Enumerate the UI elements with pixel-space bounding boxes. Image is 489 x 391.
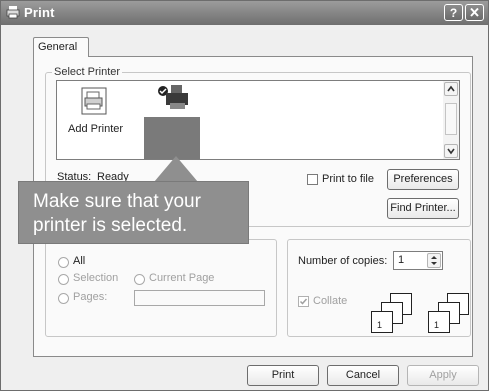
all-radio[interactable]: [58, 257, 69, 268]
help-button[interactable]: ?: [444, 4, 463, 21]
printer-item-add[interactable]: Add Printer: [65, 87, 124, 135]
chevron-up-icon: [447, 85, 455, 92]
collate-checkbox[interactable]: [298, 296, 309, 307]
printer-item-selected[interactable]: [144, 81, 202, 159]
selection-label: Selection: [73, 272, 119, 284]
current-page-label: Current Page: [149, 272, 215, 284]
print-button[interactable]: Print: [247, 365, 319, 386]
print-dialog: Print ? General Select Printer Add Print…: [0, 0, 489, 391]
pages-label: Pages:: [73, 291, 108, 303]
tab-general[interactable]: General: [33, 37, 89, 57]
scroll-up-button[interactable]: [444, 82, 458, 96]
window-title: Print: [24, 5, 55, 20]
chevron-down-icon: [447, 148, 455, 155]
select-printer-legend: Select Printer: [52, 66, 123, 78]
printer-title-icon: [6, 6, 20, 19]
selected-printer-highlight: [144, 117, 200, 159]
callout-arrow: [154, 156, 198, 182]
copies-value: 1: [398, 254, 405, 266]
scroll-thumb[interactable]: [445, 103, 457, 135]
scroll-down-button[interactable]: [444, 144, 458, 158]
preferences-button[interactable]: Preferences: [387, 169, 459, 190]
cancel-button[interactable]: Cancel: [327, 365, 399, 386]
close-button[interactable]: [465, 4, 484, 21]
close-icon: [470, 7, 479, 17]
copies-stepper[interactable]: [427, 253, 441, 268]
up-down-arrows-icon: [431, 256, 437, 265]
copies-label: Number of copies:: [298, 255, 388, 267]
printer-icon: [158, 85, 188, 109]
print-to-file-label: Print to file: [322, 173, 374, 185]
add-printer-icon: [81, 87, 107, 115]
callout-line-2: printer is selected.: [33, 215, 188, 236]
tab-general-label: General: [38, 41, 78, 53]
checkmark-icon: [299, 298, 308, 305]
copies-spinner[interactable]: 1: [393, 251, 443, 270]
printer-list[interactable]: Add Printer: [56, 80, 460, 160]
pages-radio[interactable]: [58, 293, 69, 304]
print-to-file-checkbox[interactable]: [307, 174, 318, 185]
collate-label: Collate: [313, 295, 348, 307]
printer-list-scrollbar[interactable]: [443, 81, 459, 159]
callout-line-1: Make sure that your: [33, 191, 201, 212]
add-printer-label: Add Printer: [68, 123, 124, 135]
find-printer-button[interactable]: Find Printer...: [387, 198, 459, 219]
current-page-radio[interactable]: [134, 274, 145, 285]
pages-input[interactable]: [134, 290, 265, 306]
page-range-group: [45, 239, 277, 337]
callout-box: Make sure that your printer is selected.: [18, 181, 249, 244]
title-bar[interactable]: Print ?: [1, 1, 488, 25]
selection-radio[interactable]: [58, 274, 69, 285]
all-label: All: [73, 255, 86, 267]
apply-button[interactable]: Apply: [407, 365, 479, 386]
